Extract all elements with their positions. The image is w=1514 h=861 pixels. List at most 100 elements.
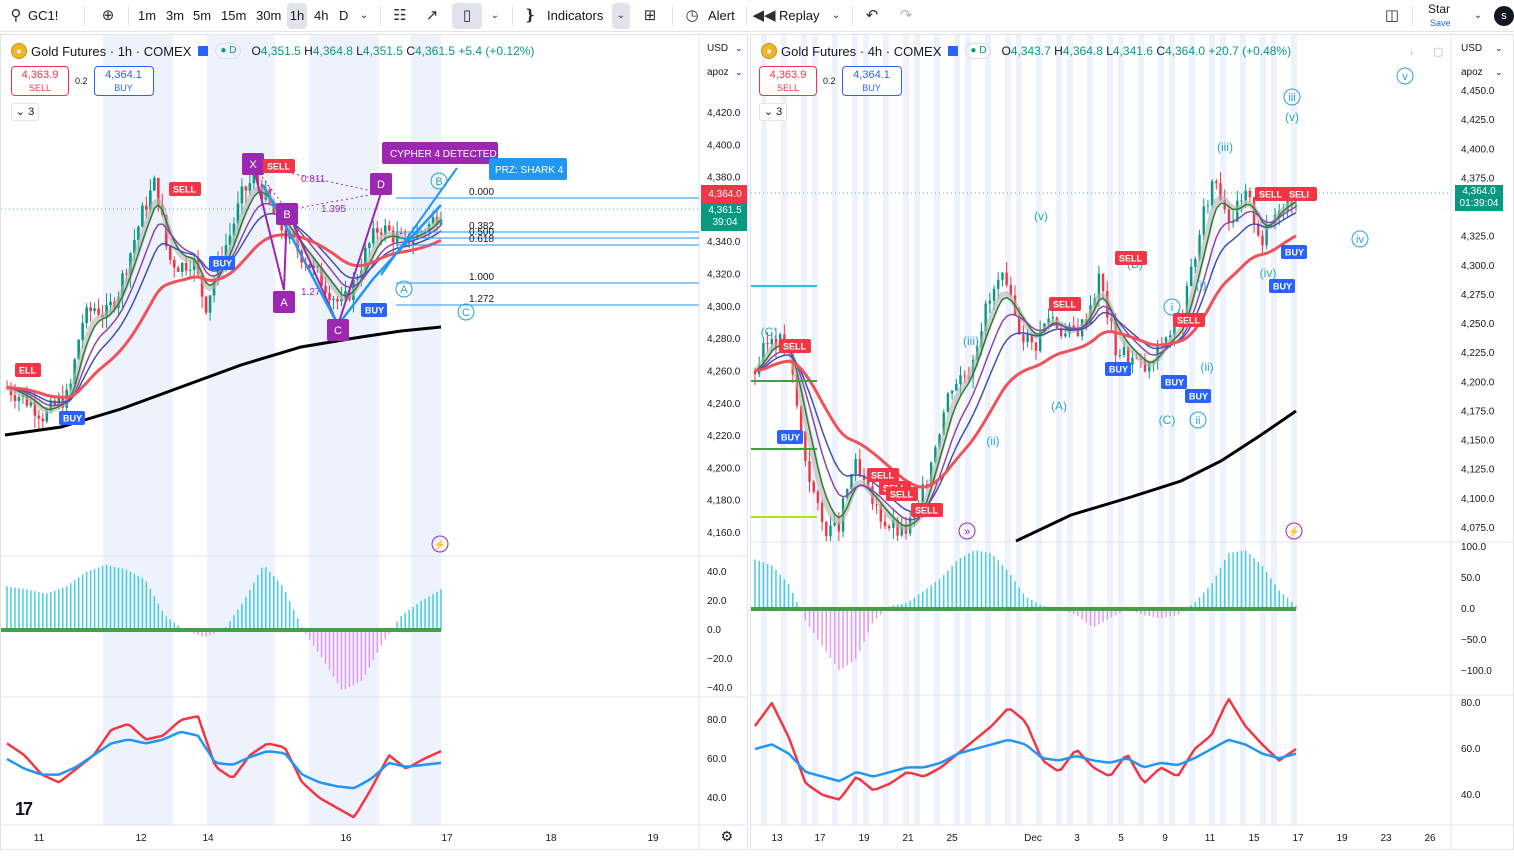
interval-5m-button[interactable]: 5m	[193, 0, 211, 32]
chevron-down-icon[interactable]: ⌄	[612, 3, 630, 29]
wave-label: (iii)	[1217, 140, 1233, 154]
redo-icon[interactable]: ↷	[894, 0, 918, 32]
alert-button[interactable]: Alert	[708, 0, 735, 32]
harmonic-marker-label: C	[334, 325, 342, 337]
time-tick: 19	[858, 833, 870, 844]
price-tick: 4,375.0	[1461, 173, 1495, 184]
candle-body	[375, 228, 379, 233]
session-shade	[1158, 35, 1164, 825]
buy-button[interactable]: 4,364.1 BUY	[841, 65, 902, 96]
chart-canvas-1h[interactable]: 4,420.04,400.04,380.04,360.04,340.04,320…	[1, 35, 748, 850]
scale-label[interactable]: apoz	[707, 67, 729, 78]
time-tick: 19	[647, 833, 659, 844]
wave-label: B	[435, 176, 442, 188]
replay-icon[interactable]: ◀◀	[752, 0, 776, 32]
session-shade	[914, 35, 920, 825]
chevron-down-icon[interactable]: ⌄	[824, 0, 848, 32]
interval-30m-button[interactable]: 30m	[256, 0, 281, 32]
interval-d-button[interactable]: D	[339, 0, 348, 32]
candle-body	[387, 225, 391, 231]
arrow-down-icon[interactable]: ↓	[1409, 45, 1415, 57]
indicator-collapse-button[interactable]: ⌄ 3	[759, 103, 787, 121]
session-shade	[1240, 35, 1246, 825]
market-status-icon[interactable]: ● D	[965, 43, 992, 59]
settings-gear-icon[interactable]: ⚙	[720, 828, 733, 845]
candle-body	[1001, 272, 1004, 280]
session-shade	[1016, 35, 1022, 825]
indicators-icon[interactable]: ❵	[518, 0, 542, 32]
interval-3m-button[interactable]: 3m	[166, 0, 184, 32]
candle-body	[372, 228, 375, 244]
chevron-down-icon[interactable]: ⌄	[1495, 43, 1503, 54]
candle-body	[854, 459, 857, 474]
toolbar-divider	[512, 6, 513, 26]
undo-icon[interactable]: ↶	[860, 0, 884, 32]
chevron-down-icon[interactable]: ⌄	[1495, 67, 1503, 78]
chart-canvas-4h[interactable]: 4,450.04,425.04,400.04,375.04,350.04,325…	[751, 35, 1514, 850]
candles-icon[interactable]: ▯	[452, 3, 482, 29]
bar-chart-icon[interactable]: ☷	[388, 0, 412, 32]
chevron-down-icon[interactable]: ⌄	[1466, 0, 1490, 32]
sell-button[interactable]: 4,363.9 SELL	[11, 65, 69, 96]
layout-grid-icon[interactable]: ⊞	[638, 0, 662, 32]
candle-body	[808, 461, 811, 482]
indicator-collapse-button[interactable]: ⌄ 3	[11, 103, 39, 121]
chevron-down-icon[interactable]: ⌄	[735, 67, 743, 78]
layout-panel-icon[interactable]: ◫	[1380, 0, 1404, 32]
compare-icon[interactable]: ↗	[420, 0, 444, 32]
candle-body	[816, 491, 820, 503]
osc-tick: 0.0	[707, 625, 721, 636]
sell-signal: SELI	[1289, 190, 1309, 200]
time-tick: 17	[1292, 833, 1304, 844]
sell-signal: SELL	[1259, 190, 1283, 200]
price-tick: 4,160.0	[707, 528, 741, 539]
buy-signal: BUY	[365, 306, 384, 316]
candle-body	[766, 343, 769, 345]
flag-icon[interactable]	[948, 46, 959, 56]
maximize-icon[interactable]: ▢	[1433, 45, 1443, 58]
price-tick: 4,220.0	[707, 431, 741, 442]
interval-1m-button[interactable]: 1m	[138, 0, 156, 32]
flag-icon[interactable]	[198, 46, 209, 56]
interval-4h-button[interactable]: 4h	[314, 0, 328, 32]
market-status-icon[interactable]: ● D	[215, 43, 242, 59]
chart-pane-1h[interactable]: 4,420.04,400.04,380.04,360.04,340.04,320…	[0, 34, 748, 850]
symbol-search-button[interactable]: GC1!	[28, 0, 58, 32]
interval-1h-button[interactable]: 1h	[287, 3, 307, 29]
avatar[interactable]: s	[1494, 6, 1514, 26]
chart-pane-4h[interactable]: 4,450.04,425.04,400.04,375.04,350.04,325…	[750, 34, 1514, 850]
wave-label: (v)	[1034, 209, 1048, 223]
buy-button[interactable]: 4,364.1 BUY	[93, 65, 154, 96]
chart-title[interactable]: Gold Futures · 4h · COMEX	[781, 44, 941, 59]
alert-clock-icon[interactable]: ◷	[680, 0, 704, 32]
candle-body	[1122, 347, 1126, 356]
chevron-down-icon[interactable]: ⌄	[352, 0, 376, 32]
chevron-down-icon[interactable]: ⌄	[735, 43, 743, 54]
candle-body	[820, 502, 824, 522]
sell-button[interactable]: 4,363.9 SELL	[759, 65, 817, 96]
scale-label[interactable]: apoz	[1461, 67, 1483, 78]
candle-body	[41, 418, 45, 422]
currency-label[interactable]: USD	[1461, 43, 1482, 54]
interval-15m-button[interactable]: 15m	[221, 0, 246, 32]
rsi-tick: 60.0	[707, 754, 727, 765]
currency-label[interactable]: USD	[707, 43, 728, 54]
last-price-label: 4,364.0 01:39:04	[1455, 185, 1503, 211]
candle-body	[399, 233, 403, 235]
candle-body	[770, 338, 773, 345]
time-tick: 12	[135, 833, 147, 844]
search-icon[interactable]: ⚲	[4, 0, 28, 32]
session-shade	[1056, 35, 1062, 825]
chart-title[interactable]: Gold Futures · 1h · COMEX	[31, 44, 191, 59]
candle-body	[1194, 259, 1197, 267]
osc-tick: 40.0	[707, 567, 727, 578]
candle-body	[955, 384, 958, 391]
time-tick: 17	[814, 833, 826, 844]
session-shade	[207, 35, 275, 825]
candle-body	[109, 301, 112, 306]
replay-button[interactable]: Replay	[779, 0, 819, 32]
chevron-down-icon[interactable]: ⌄	[483, 0, 507, 32]
add-symbol-icon[interactable]: ⊕	[96, 0, 120, 32]
wave-label: iii	[1288, 92, 1295, 104]
indicators-button[interactable]: Indicators	[547, 0, 603, 32]
